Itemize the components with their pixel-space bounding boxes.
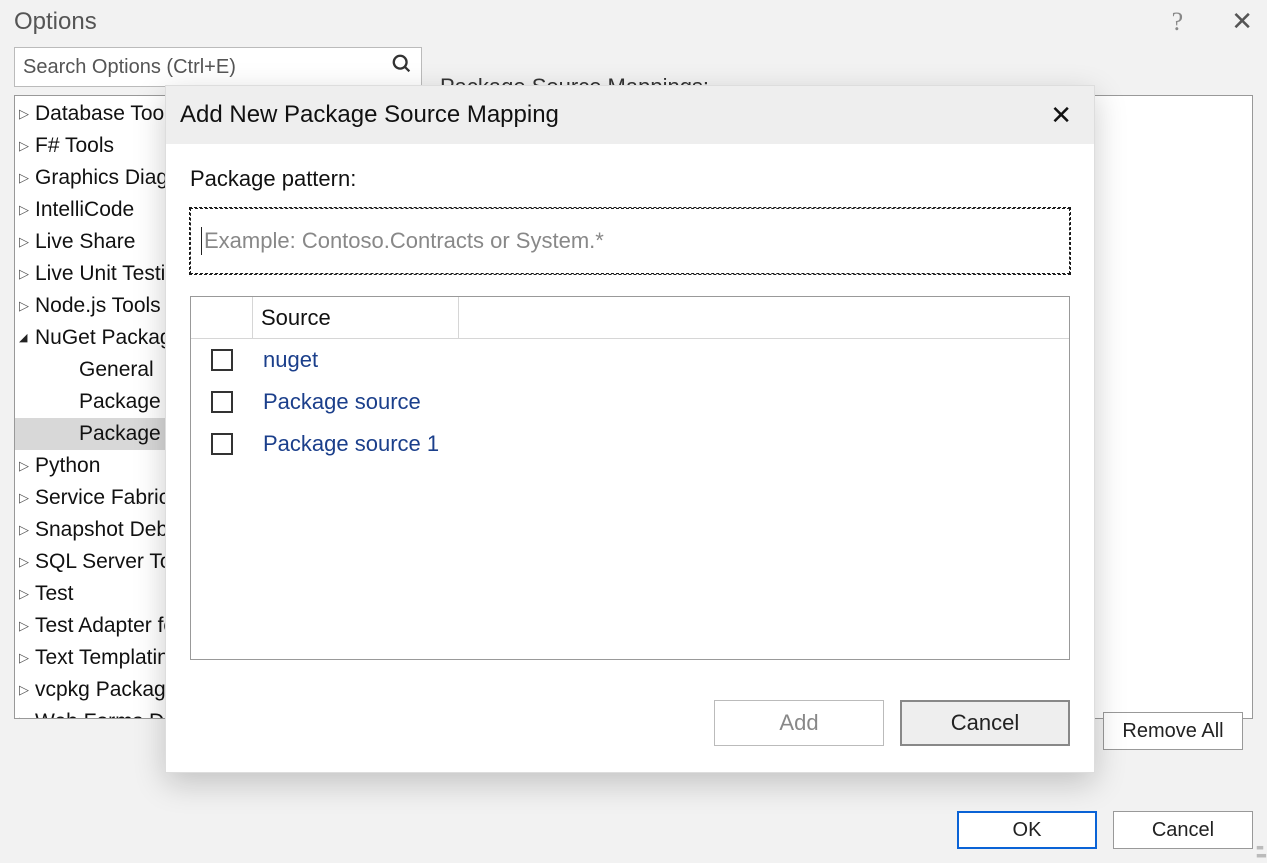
cancel-button[interactable]: Cancel <box>1113 811 1253 849</box>
source-row[interactable]: Package source <box>191 381 1069 423</box>
add-button[interactable]: Add <box>714 700 884 746</box>
pattern-label: Package pattern: <box>190 166 1070 192</box>
search-input[interactable]: Search Options (Ctrl+E) <box>14 47 422 87</box>
spacer-column <box>459 297 1069 338</box>
checkbox[interactable] <box>211 349 233 371</box>
modal-cancel-button[interactable]: Cancel <box>900 700 1070 746</box>
search-icon <box>391 53 413 81</box>
chevron-right-icon[interactable] <box>19 550 35 574</box>
tree-item-label: Database Tools <box>35 102 179 126</box>
close-icon[interactable]: ✕ <box>1231 6 1253 37</box>
chevron-right-icon[interactable] <box>19 678 35 702</box>
ok-button[interactable]: OK <box>957 811 1097 849</box>
resize-grip[interactable]: ▪▪▪▪▪ <box>1256 843 1265 859</box>
source-name: nuget <box>253 347 318 373</box>
chevron-right-icon[interactable] <box>19 198 35 222</box>
window-title: Options <box>14 8 97 36</box>
chevron-right-icon[interactable] <box>19 486 35 510</box>
titlebar: Options ? ✕ <box>0 0 1267 47</box>
checkbox[interactable] <box>211 433 233 455</box>
chevron-down-icon[interactable] <box>19 326 35 350</box>
tree-item-label: IntelliCode <box>35 198 134 222</box>
modal-footer: Add Cancel <box>166 680 1094 772</box>
modal-title: Add New Package Source Mapping <box>180 101 559 129</box>
chevron-right-icon[interactable] <box>19 102 35 126</box>
chevron-right-icon[interactable] <box>19 710 35 719</box>
modal-header: Add New Package Source Mapping ✕ <box>166 86 1094 144</box>
chevron-right-icon[interactable] <box>19 646 35 670</box>
chevron-right-icon[interactable] <box>19 134 35 158</box>
chevron-right-icon[interactable] <box>19 262 35 286</box>
tree-item-label: Node.js Tools <box>35 294 161 318</box>
modal-body: Package pattern: Example: Contoso.Contra… <box>166 144 1094 680</box>
window-controls: ? ✕ <box>1172 6 1253 37</box>
search-placeholder: Search Options (Ctrl+E) <box>23 56 391 79</box>
chevron-right-icon[interactable] <box>19 166 35 190</box>
chevron-right-icon[interactable] <box>19 454 35 478</box>
source-name: Package source 1 <box>253 431 439 457</box>
source-checkbox-cell <box>191 391 253 413</box>
source-rows: nuget Package source Package source 1 <box>191 339 1069 465</box>
source-list: Source nuget Package source Package source… <box>190 296 1070 660</box>
tree-item-label: Text Templating <box>35 646 181 670</box>
tree-item-label: Live Share <box>35 230 135 254</box>
modal-close-icon[interactable]: ✕ <box>1050 100 1072 131</box>
chevron-right-icon[interactable] <box>19 230 35 254</box>
chevron-right-icon[interactable] <box>19 294 35 318</box>
chevron-right-icon[interactable] <box>19 582 35 606</box>
checkbox[interactable] <box>211 391 233 413</box>
chevron-right-icon[interactable] <box>19 614 35 638</box>
pattern-input[interactable]: Example: Contoso.Contracts or System.* <box>190 208 1070 274</box>
dialog-buttons: OK Cancel <box>957 811 1253 849</box>
source-row[interactable]: Package source 1 <box>191 423 1069 465</box>
text-cursor <box>201 227 202 255</box>
source-checkbox-cell <box>191 349 253 371</box>
source-row[interactable]: nuget <box>191 339 1069 381</box>
chevron-right-icon[interactable] <box>19 518 35 542</box>
source-name: Package source <box>253 389 421 415</box>
add-mapping-dialog: Add New Package Source Mapping ✕ Package… <box>165 85 1095 773</box>
tree-item-label: Python <box>35 454 100 478</box>
tree-item-label: Test <box>35 582 74 606</box>
pattern-placeholder: Example: Contoso.Contracts or System.* <box>204 228 604 254</box>
tree-item-label: General <box>79 358 154 382</box>
tree-item-label: F# Tools <box>35 134 114 158</box>
source-checkbox-cell <box>191 433 253 455</box>
source-column-header[interactable]: Source <box>253 297 459 338</box>
checkbox-column <box>191 297 253 338</box>
remove-all-button[interactable]: Remove All <box>1103 712 1243 750</box>
help-icon[interactable]: ? <box>1172 7 1184 37</box>
source-list-header: Source <box>191 297 1069 339</box>
